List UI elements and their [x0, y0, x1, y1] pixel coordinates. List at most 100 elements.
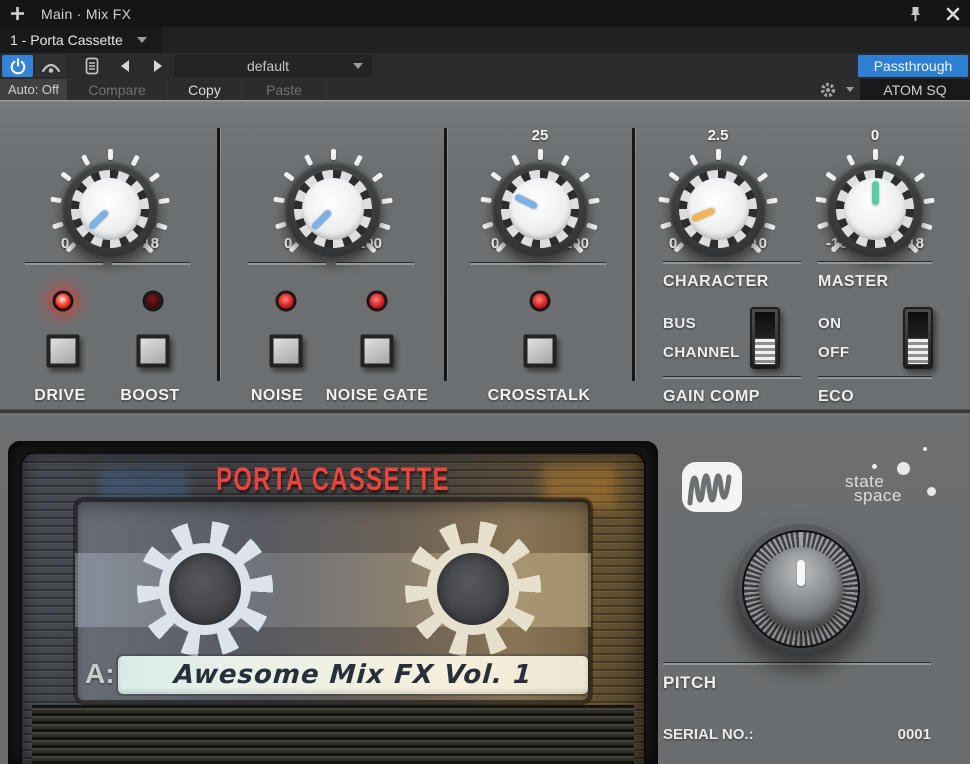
cassette-ridges: [32, 705, 634, 764]
pitch-label: PITCH: [663, 673, 717, 693]
next-preset-button[interactable]: [142, 55, 173, 77]
crosstalk-knob[interactable]: [478, 147, 602, 271]
gain-comp-label: GAIN COMP: [663, 388, 760, 406]
underline: [818, 262, 932, 264]
paste-button[interactable]: Paste: [242, 79, 327, 100]
knob-pointer: [289, 165, 377, 253]
bus-label: BUS: [663, 315, 696, 332]
copy-button[interactable]: Copy: [168, 79, 242, 100]
underline: [663, 377, 801, 379]
drive-button[interactable]: [47, 335, 80, 368]
preset-dropdown[interactable]: default: [175, 55, 371, 77]
drive-led: [56, 294, 71, 309]
underline: [663, 262, 801, 264]
crosstalk-knob-group: 25 0100: [455, 127, 625, 253]
gain-comp-switch[interactable]: [750, 307, 780, 369]
add-icon[interactable]: [10, 6, 25, 21]
boost-led: [146, 294, 161, 309]
settings-button[interactable]: [813, 79, 843, 100]
crosstalk-label: CROSSTALK: [488, 387, 591, 405]
master-knob[interactable]: [813, 147, 937, 271]
preset-list-button[interactable]: [76, 55, 107, 77]
crosstalk-button[interactable]: [524, 335, 557, 368]
noise-button[interactable]: [270, 335, 303, 368]
logo-dot: [927, 487, 936, 496]
preset-dropdown-value: default: [183, 58, 353, 74]
chevron-down-icon: [137, 37, 147, 43]
gear-icon: [819, 81, 837, 99]
activate-button[interactable]: [2, 55, 33, 77]
underline: [248, 263, 326, 265]
controller-dropdown-button[interactable]: [843, 79, 860, 100]
section-divider: [217, 128, 220, 381]
serial-row: SERIAL NO.: 0001: [663, 726, 931, 743]
underline: [663, 663, 931, 665]
left-reel: [137, 521, 273, 657]
left-triangle-icon: [121, 60, 129, 72]
logo-dot: [897, 462, 910, 475]
panel-groove: [0, 409, 970, 415]
compare-button[interactable]: Compare: [67, 79, 168, 100]
preset-selector[interactable]: 1 - Porta Cassette: [0, 27, 162, 53]
mixfx-button[interactable]: [35, 55, 66, 77]
noise-knob-group: 0100: [248, 127, 418, 253]
noise-label: NOISE: [251, 387, 303, 405]
underline: [818, 377, 932, 379]
switch-handle[interactable]: [907, 338, 929, 365]
eco-label: ECO: [818, 388, 854, 406]
serial-value: 0001: [898, 726, 931, 743]
pin-icon[interactable]: [909, 6, 922, 22]
drive-knob-group: 018: [25, 127, 195, 253]
character-label: CHARACTER: [663, 273, 769, 291]
knob-body: [62, 161, 158, 257]
section-divider: [444, 128, 447, 381]
underline: [112, 263, 190, 265]
automation-button[interactable]: Auto: Off: [0, 79, 67, 100]
underline: [336, 263, 414, 265]
character-knob[interactable]: [656, 147, 780, 271]
underline: [470, 263, 606, 265]
knob-pointer: [844, 178, 906, 240]
master-knob-group: 0 -18+18: [790, 127, 960, 253]
noise-gate-label: NOISE GATE: [326, 387, 429, 405]
cassette-well: PORTA CASSETTE A: Awesome Mix FX Vol. 1: [8, 441, 658, 764]
character-knob-group: 2.5 010: [633, 127, 803, 253]
switch-handle[interactable]: [754, 338, 776, 365]
arch-icon: [40, 58, 62, 74]
drive-knob[interactable]: [48, 147, 172, 271]
close-icon[interactable]: [946, 7, 960, 21]
crosstalk-led: [533, 294, 548, 309]
chevron-down-icon: [846, 87, 854, 92]
noise-gate-button[interactable]: [361, 335, 394, 368]
underline: [25, 263, 103, 265]
boost-button[interactable]: [137, 335, 170, 368]
controller-button[interactable]: ATOM SQ: [860, 79, 970, 100]
side-a-label: A:: [85, 658, 115, 690]
master-label: MASTER: [818, 273, 889, 291]
off-label: OFF: [818, 344, 850, 361]
knob-body: [285, 161, 381, 257]
document-icon: [85, 57, 99, 75]
cassette: PORTA CASSETTE A: Awesome Mix FX Vol. 1: [22, 453, 644, 764]
cassette-label-area: A: Awesome Mix FX Vol. 1: [75, 499, 591, 703]
prev-preset-button[interactable]: [109, 55, 140, 77]
knob-pointer: [499, 168, 582, 251]
noise-knob[interactable]: [271, 147, 395, 271]
right-triangle-icon: [154, 60, 162, 72]
toolbar: default Passthrough: [0, 53, 970, 79]
boost-label: BOOST: [120, 387, 179, 405]
pitch-knob[interactable]: [733, 521, 869, 657]
passthrough-button[interactable]: Passthrough: [858, 55, 968, 77]
plugin-window: Main · Mix FX 1 - Porta Cassette default…: [0, 0, 970, 764]
serial-label: SERIAL NO.:: [663, 726, 754, 743]
pitch-knob-dome: [759, 547, 843, 631]
right-reel: [405, 521, 541, 657]
power-icon: [9, 57, 27, 75]
knob-pointer: [66, 165, 154, 253]
knob-body: [670, 161, 766, 257]
tape-name-text: Awesome Mix FX Vol. 1: [173, 660, 533, 690]
logo-dot: [872, 464, 877, 469]
drive-label: DRIVE: [34, 387, 85, 405]
noise-gate-led: [370, 294, 385, 309]
eco-switch[interactable]: [903, 307, 933, 369]
